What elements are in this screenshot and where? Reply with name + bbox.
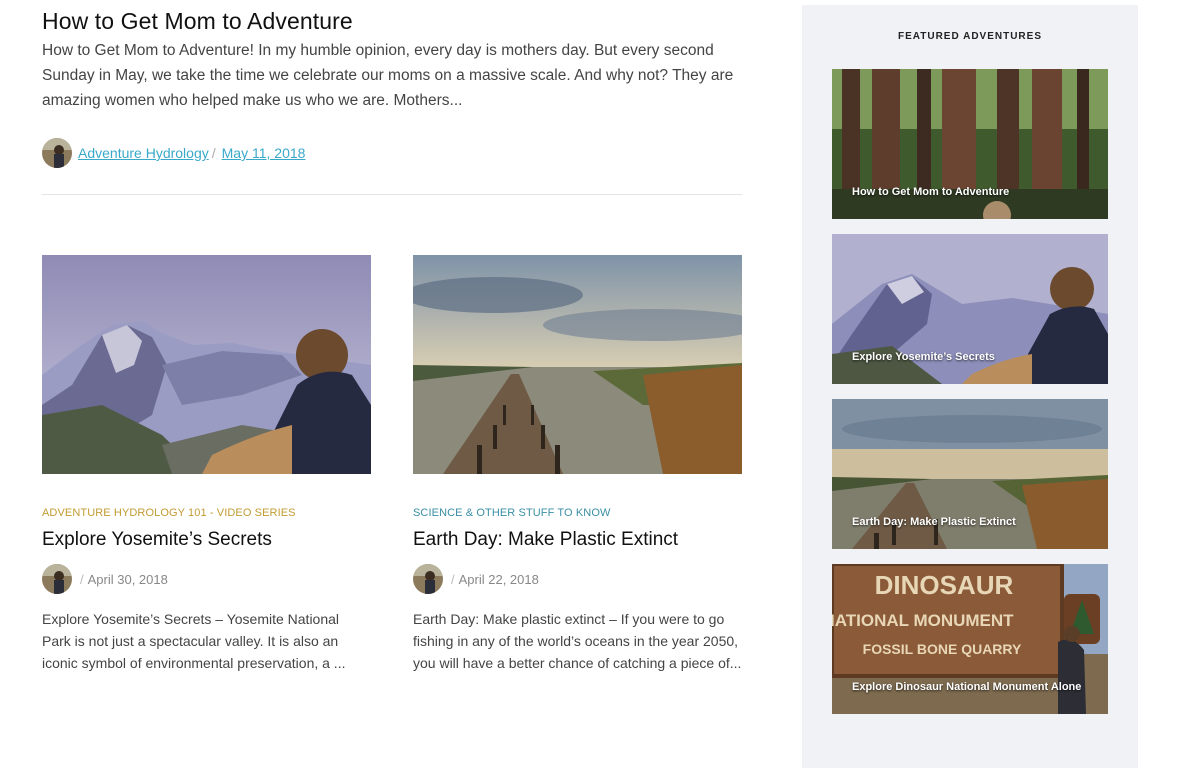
post-thumbnail-earth-day[interactable] xyxy=(413,255,742,474)
post-meta: / April 30, 2018 xyxy=(42,564,371,594)
featured-item-yosemite[interactable]: Explore Yosemite’s Secrets xyxy=(832,234,1108,384)
post-card-yosemite: ADVENTURE HYDROLOGY 101 - VIDEO SERIES E… xyxy=(42,255,371,674)
meta-separator: / xyxy=(211,145,216,161)
meta-separator: / xyxy=(451,571,455,587)
featured-item-mom-adventure[interactable]: How to Get Mom to Adventure xyxy=(832,69,1108,219)
featured-item-label: How to Get Mom to Adventure xyxy=(852,186,1010,198)
author-avatar[interactable] xyxy=(42,564,72,594)
lead-post-title[interactable]: How to Get Mom to Adventure xyxy=(42,8,353,35)
author-link[interactable]: Adventure Hydrology xyxy=(78,145,209,161)
sidebar-heading: FEATURED ADVENTURES xyxy=(897,31,1042,42)
meta-separator: / xyxy=(80,571,84,587)
featured-item-label: Earth Day: Make Plastic Extinct xyxy=(852,516,1016,528)
post-title-link[interactable]: Earth Day: Make Plastic Extinct xyxy=(413,529,742,551)
post-category-link[interactable]: SCIENCE & OTHER STUFF TO KNOW xyxy=(413,507,742,519)
author-avatar[interactable] xyxy=(413,564,443,594)
featured-item-earth-day[interactable]: Earth Day: Make Plastic Extinct xyxy=(832,399,1108,549)
post-title-link[interactable]: Explore Yosemite’s Secrets xyxy=(42,529,371,551)
lead-post-meta: Adventure Hydrology / May 11, 2018 xyxy=(42,138,305,168)
post-card-earth-day: SCIENCE & OTHER STUFF TO KNOW Earth Day:… xyxy=(413,255,742,674)
author-avatar[interactable] xyxy=(42,138,72,168)
post-excerpt: Explore Yosemite’s Secrets – Yosemite Na… xyxy=(42,611,346,671)
post-date: April 22, 2018 xyxy=(458,571,539,587)
post-excerpt: Earth Day: Make plastic extinct – If you… xyxy=(413,611,742,671)
post-date-link[interactable]: May 11, 2018 xyxy=(222,145,306,161)
sidebar-featured-adventures: FEATURED ADVENTURES How to Get Mom to Ad… xyxy=(802,5,1138,768)
post-thumbnail-yosemite[interactable] xyxy=(42,255,371,474)
featured-item-dinosaur[interactable]: DINOSAUR NATIONAL MONUMENT FOSSIL BONE Q… xyxy=(832,564,1108,714)
sign-line-national-monument: NATIONAL MONUMENT xyxy=(832,611,1014,630)
sign-line-dinosaur: DINOSAUR xyxy=(875,570,1014,600)
post-category-link[interactable]: ADVENTURE HYDROLOGY 101 - VIDEO SERIES xyxy=(42,507,371,519)
sign-line-fossil-bone-quarry: FOSSIL BONE QUARRY xyxy=(863,641,1022,657)
lead-post-excerpt: How to Get Mom to Adventure! In my humbl… xyxy=(42,42,734,109)
featured-item-label: Explore Dinosaur National Monument Alone xyxy=(852,681,1082,693)
divider xyxy=(42,194,742,195)
post-meta: / April 22, 2018 xyxy=(413,564,742,594)
featured-item-label: Explore Yosemite’s Secrets xyxy=(852,351,995,363)
post-date: April 30, 2018 xyxy=(87,571,168,587)
